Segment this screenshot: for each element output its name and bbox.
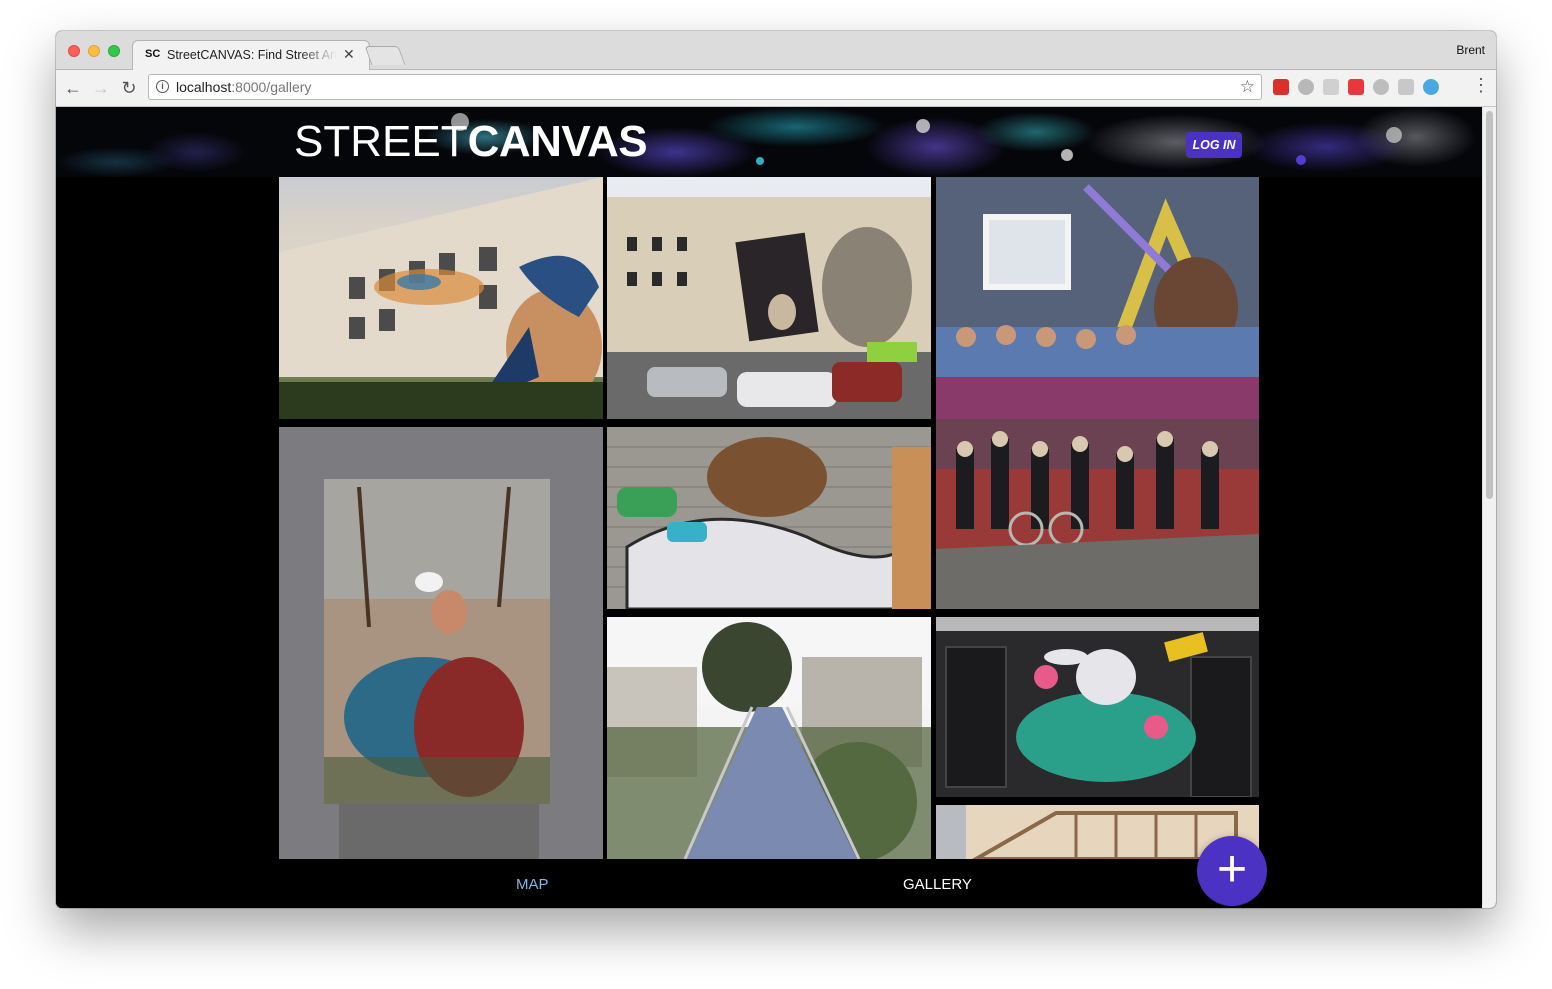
bunny-ear — [1044, 649, 1088, 665]
favicon-icon: SC — [145, 48, 161, 60]
tab-title: StreetCANVAS: Find Street Art — [167, 48, 337, 62]
graffiti-green — [617, 487, 677, 517]
gallery-tile[interactable] — [936, 419, 1259, 609]
house-window — [983, 214, 1071, 290]
woman-face — [431, 590, 467, 634]
car — [832, 362, 902, 402]
page-content: STREETCANVAS LOG IN MAP GALLERY + — [56, 107, 1496, 908]
paint-splat — [916, 119, 930, 133]
header-banner: STREETCANVAS LOG IN — [56, 107, 1482, 177]
gallery-tile[interactable] — [607, 427, 931, 609]
maximize-window-button[interactable] — [108, 45, 120, 57]
target-extension-icon[interactable] — [1423, 79, 1439, 95]
address-bar[interactable]: i localhost:8000/gallery ☆ — [148, 74, 1262, 100]
browser-toolbar: ← → ↻ i localhost:8000/gallery ☆ ⋮ — [56, 70, 1496, 107]
scrollbar-thumb[interactable] — [1486, 111, 1493, 499]
adblock-plus-icon[interactable] — [1298, 79, 1314, 95]
mural-flowers — [324, 757, 550, 804]
back-button[interactable]: ← — [62, 77, 84, 99]
lastpass-icon[interactable] — [1273, 79, 1289, 95]
tree — [702, 622, 792, 712]
paint-splat — [756, 157, 764, 165]
browser-menu-icon[interactable]: ⋮ — [1472, 76, 1490, 94]
url-text: localhost:8000/gallery — [176, 79, 311, 95]
paint-splat — [1296, 155, 1306, 165]
car — [737, 372, 837, 407]
skull-mural — [768, 294, 796, 330]
forward-button[interactable]: → — [90, 77, 112, 99]
paint-splat — [1386, 127, 1402, 143]
gallery-tile[interactable] — [936, 177, 1259, 419]
mural-swallow-bird-image — [279, 177, 603, 419]
reload-button[interactable]: ↻ — [118, 77, 140, 99]
video-extension-icon[interactable] — [1348, 79, 1364, 95]
url-path: :8000/gallery — [231, 79, 312, 95]
circle-extension-icon[interactable] — [1373, 79, 1389, 95]
graffiti-figure — [707, 437, 827, 517]
nav-gallery-link[interactable]: GALLERY — [903, 876, 972, 893]
gallery-tile[interactable] — [607, 177, 931, 419]
new-tab-button[interactable] — [364, 46, 406, 65]
graffiti-flower — [1034, 665, 1058, 689]
info-icon[interactable]: i — [156, 80, 169, 93]
adjacent-wall — [936, 805, 966, 859]
url-host: localhost — [176, 79, 232, 95]
face-mural — [822, 227, 912, 347]
security-gate — [945, 646, 1007, 788]
browser-tab[interactable]: SC StreetCANVAS: Find Street Art ✕ — [132, 40, 370, 71]
concrete-base — [339, 804, 539, 859]
paint-splat — [1061, 149, 1073, 161]
tab-strip: SC StreetCANVAS: Find Street Art ✕ Brent — [56, 31, 1496, 71]
site-logo[interactable]: STREETCANVAS — [294, 117, 648, 167]
security-gate — [1190, 656, 1252, 797]
nav-map-link[interactable]: MAP — [516, 876, 549, 893]
ex-extension-icon[interactable] — [1323, 79, 1339, 95]
grid-extension-icon[interactable] — [1398, 79, 1414, 95]
car — [647, 367, 727, 397]
overhang — [936, 617, 1259, 631]
gallery-grid — [279, 177, 1259, 859]
bottom-nav: MAP GALLERY — [56, 859, 1482, 908]
add-art-button[interactable]: + — [1197, 836, 1267, 906]
close-window-button[interactable] — [68, 45, 80, 57]
gallery-tile[interactable] — [279, 177, 603, 419]
gallery-tile[interactable] — [279, 427, 603, 859]
window-controls — [68, 45, 120, 57]
graffiti-blue — [667, 522, 707, 542]
mural-steel-fire-image — [607, 177, 931, 419]
page-scrollbar[interactable] — [1482, 107, 1496, 908]
side-wall — [892, 447, 931, 609]
mosaic-stairs-image — [607, 617, 931, 859]
gallery-tile[interactable] — [607, 617, 931, 859]
mural-people — [936, 327, 1259, 377]
login-button[interactable]: LOG IN — [1186, 132, 1242, 158]
profile-name[interactable]: Brent — [1456, 43, 1485, 57]
minimize-window-button[interactable] — [88, 45, 100, 57]
mural-cyclists-image — [936, 419, 1259, 609]
gallery-tile[interactable] — [936, 617, 1259, 797]
close-tab-icon[interactable]: ✕ — [343, 46, 355, 63]
mural-bunny-graffiti-image — [936, 617, 1259, 797]
logo-canvas: CANVAS — [467, 117, 648, 166]
graffiti-flower — [1144, 715, 1168, 739]
truck — [867, 342, 917, 362]
mural-peacock-woman-image — [279, 427, 603, 859]
grass — [279, 382, 603, 419]
bookmark-star-icon[interactable]: ☆ — [1240, 77, 1255, 97]
logo-street: STREET — [294, 117, 468, 166]
mural-paint — [397, 274, 441, 290]
headdress — [415, 572, 443, 592]
browser-window: SC StreetCANVAS: Find Street Art ✕ Brent… — [56, 31, 1496, 908]
mural-portraits-house-image — [936, 177, 1259, 419]
graffiti-green — [1016, 692, 1196, 782]
mural-graffiti-shutter-image — [607, 427, 931, 609]
mural-base — [936, 377, 1259, 419]
